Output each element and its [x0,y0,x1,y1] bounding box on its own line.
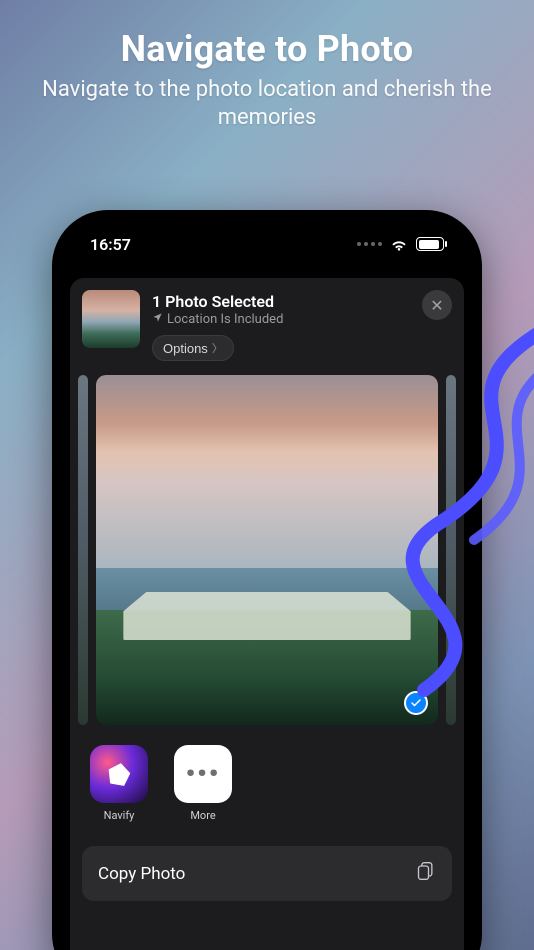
marketing-copy: Navigate to Photo Navigate to the photo … [0,28,534,131]
app-label: More [190,809,215,822]
photo-content [96,375,438,725]
sheet-subtitle-text: Location Is Included [167,312,283,327]
status-time: 16:57 [90,235,131,254]
app-label: Navify [104,809,135,822]
navify-app-icon [90,745,148,803]
options-label: Options [163,341,208,356]
location-arrow-icon [152,312,163,327]
marketing-subtitle: Navigate to the photo location and cheri… [0,76,534,131]
status-right [357,237,444,251]
share-target-more[interactable]: ••• More [172,745,234,822]
status-bar: 16:57 [62,220,472,268]
phone-screen: 16:57 1 Photo Selected [62,220,472,950]
wifi-icon [390,237,408,251]
selected-photo-thumbnail[interactable] [82,290,140,348]
actions-list: Copy Photo [82,846,452,901]
copy-icon [416,860,436,887]
battery-icon [416,237,444,251]
share-target-navify[interactable]: Navify [88,745,150,822]
phone-frame: 16:57 1 Photo Selected [52,210,482,950]
sheet-subtitle: Location Is Included [152,312,410,327]
close-icon: ✕ [430,296,443,315]
selected-photo[interactable] [96,375,438,725]
cellular-icon [357,242,382,246]
app-store-slide: Navigate to Photo Navigate to the photo … [0,0,534,950]
photo-strip[interactable] [78,375,456,725]
next-photo-peek[interactable] [446,375,456,725]
sheet-header: 1 Photo Selected Location Is Included Op… [82,290,452,361]
copy-photo-action[interactable]: Copy Photo [82,846,452,901]
sheet-title: 1 Photo Selected [152,292,410,311]
share-sheet: 1 Photo Selected Location Is Included Op… [70,278,464,950]
sheet-header-text: 1 Photo Selected Location Is Included Op… [152,290,410,361]
options-button[interactable]: Options 〉 [152,335,234,361]
selected-checkmark-icon [404,691,428,715]
chevron-right-icon: 〉 [212,340,223,356]
share-targets-row: Navify ••• More [82,739,452,832]
prev-photo-peek[interactable] [78,375,88,725]
more-icon: ••• [174,745,232,803]
marketing-title: Navigate to Photo [0,28,534,70]
action-label: Copy Photo [98,864,185,884]
close-button[interactable]: ✕ [422,290,452,320]
